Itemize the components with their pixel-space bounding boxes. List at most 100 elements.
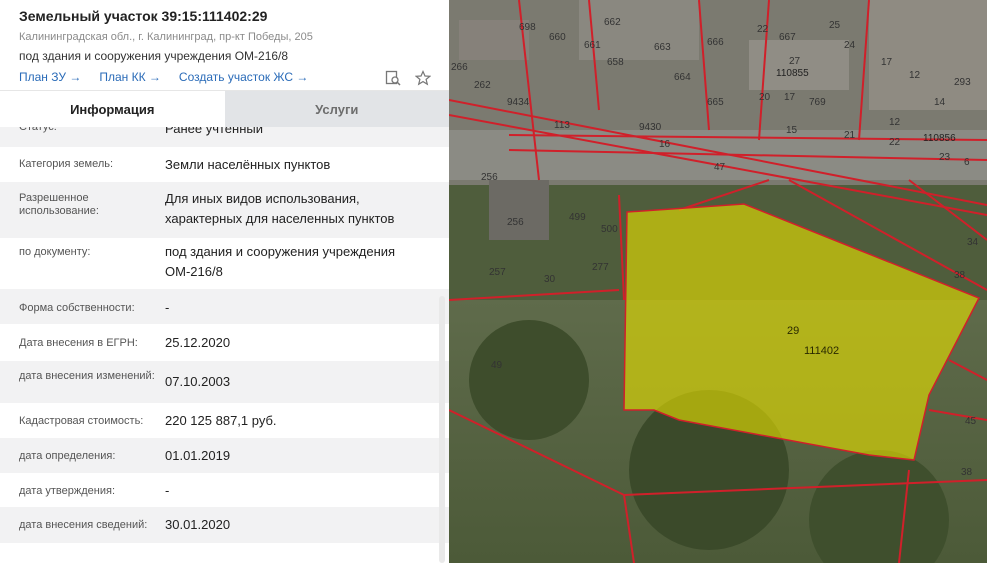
map-label: 22 [889, 137, 901, 148]
parcel-header: Земельный участок 39:15:111402:29 Калини… [0, 0, 449, 90]
attr-row: дата внесения изменений: 07.10.2003 [0, 361, 449, 403]
attr-label: Дата внесения в ЕГРН: [19, 337, 138, 349]
attr-label: дата утверждения: [19, 485, 116, 497]
attr-label: Кадастровая стоимость: [19, 415, 144, 427]
map-label: 500 [601, 224, 618, 235]
map-label: 45 [965, 416, 977, 427]
attr-value: - [165, 483, 170, 498]
building-block [489, 180, 549, 240]
create-parcel-link[interactable]: Создать участок ЖС → [179, 70, 308, 84]
map-label: 499 [569, 212, 586, 223]
building-block [869, 0, 987, 110]
map-label: 25 [829, 20, 841, 31]
tab-information[interactable]: Информация [0, 91, 225, 127]
map-label: 9430 [639, 122, 662, 133]
map-label: 30 [544, 274, 556, 285]
map-label: 38 [954, 270, 966, 281]
attr-label: Форма собственности: [19, 302, 135, 314]
map-label: 17 [784, 92, 796, 103]
header-actions [385, 70, 431, 86]
map-label: 24 [844, 40, 856, 51]
attr-row: Дата внесения в ЕГРН: 25.12.2020 [0, 324, 449, 361]
map-label: 698 [519, 22, 536, 33]
map-label: 256 [507, 217, 524, 228]
attr-value: 01.01.2019 [165, 448, 231, 463]
attr-label: Статус: [19, 127, 57, 133]
tree-cluster [469, 320, 589, 440]
map-label: 665 [707, 97, 724, 108]
map-label: 277 [592, 262, 609, 273]
map-label: 27 [789, 56, 801, 67]
map-label: 12 [889, 117, 901, 128]
attr-label: Категория земель: [19, 158, 114, 170]
map-label: 257 [489, 267, 506, 278]
search-document-icon[interactable] [385, 70, 401, 86]
map-label: 110856 [923, 133, 956, 144]
attributes-list: Статус: Ранее учтенный Категория земель:… [0, 127, 449, 563]
map-label: 23 [939, 152, 951, 163]
attr-row: Кадастровая стоимость: 220 125 887,1 руб… [0, 403, 449, 438]
map-label: 664 [674, 72, 691, 83]
attr-label: Разрешенное использование: [19, 192, 99, 217]
attr-label: дата внесения сведений: [19, 519, 148, 531]
map-label: 661 [584, 40, 601, 51]
attr-row: дата внесения сведений: 30.01.2020 [0, 507, 449, 543]
attr-row: по документу: под здания и сооружения уч… [0, 238, 449, 289]
parcel-address: Калининградская обл., г. Калининград, пр… [19, 31, 313, 43]
map-label: 769 [809, 97, 826, 108]
map-label: 21 [844, 130, 856, 141]
map-label: 667 [779, 32, 796, 43]
plan-zu-link[interactable]: План ЗУ → [19, 70, 81, 84]
map-label: 47 [714, 162, 726, 173]
map-label: 293 [954, 77, 971, 88]
attr-value: Земли населённых пунктов [165, 157, 331, 172]
map-label: 34 [967, 237, 979, 248]
attr-value: 07.10.2003 [165, 374, 231, 389]
map-label: 49 [491, 360, 503, 371]
attr-row: дата утверждения: - [0, 473, 449, 507]
attr-row: Разрешенное использование: Для иных видо… [0, 182, 449, 238]
map-label: 12 [909, 70, 921, 81]
attr-row: дата определения: 01.01.2019 [0, 438, 449, 473]
attr-value: 220 125 887,1 руб. [165, 413, 277, 428]
parcel-title: Земельный участок 39:15:111402:29 [19, 8, 268, 24]
plan-kk-link[interactable]: План КК → [99, 70, 161, 84]
attr-value: под здания и сооружения учреждения ОМ-21… [165, 244, 396, 279]
attr-value: Для иных видов использования, характерны… [165, 191, 395, 226]
map-label: 660 [549, 32, 566, 43]
map-label: 15 [786, 125, 798, 136]
attr-row: Категория земель: Земли населённых пункт… [0, 147, 449, 182]
map-label: 16 [659, 139, 671, 150]
map-label: 662 [604, 17, 621, 28]
attr-value: - [165, 300, 170, 315]
map-label: 658 [607, 57, 624, 68]
map-label: 262 [474, 80, 491, 91]
scrollbar[interactable] [439, 296, 445, 563]
parcel-purpose: под здания и сооружения учреждения ОМ-21… [19, 49, 289, 63]
attr-row: Статус: Ранее учтенный [0, 127, 449, 147]
tab-bar: Информация Услуги [0, 90, 449, 127]
map-label: 113 [554, 120, 570, 131]
info-panel: Земельный участок 39:15:111402:29 Калини… [0, 0, 449, 563]
attr-label: по документу: [19, 246, 91, 258]
map-label: 20 [759, 92, 771, 103]
map-label: 22 [757, 24, 769, 35]
building-block [579, 0, 699, 60]
quarter-number-label: 111402 [804, 345, 839, 357]
star-icon[interactable] [415, 70, 431, 86]
map-label: 17 [881, 57, 893, 68]
map-label: 266 [451, 62, 468, 73]
map-label: 110855 [776, 68, 809, 79]
attr-value: 25.12.2020 [165, 335, 231, 350]
cadastral-map[interactable]: 29 111402 698 660 661 662 663 664 665 66… [449, 0, 987, 563]
map-canvas[interactable]: 29 111402 698 660 661 662 663 664 665 66… [449, 0, 987, 563]
parcel-links: План ЗУ → План КК → Создать участок ЖС → [19, 70, 430, 84]
attr-value: Ранее учтенный [165, 127, 263, 136]
map-label: 256 [481, 172, 498, 183]
tab-services[interactable]: Услуги [224, 91, 449, 127]
map-label: 6 [964, 157, 970, 168]
parcel-number-label: 29 [787, 325, 799, 337]
attr-label: дата внесения изменений: [19, 370, 155, 382]
map-label: 14 [934, 97, 946, 108]
map-label: 663 [654, 42, 671, 53]
